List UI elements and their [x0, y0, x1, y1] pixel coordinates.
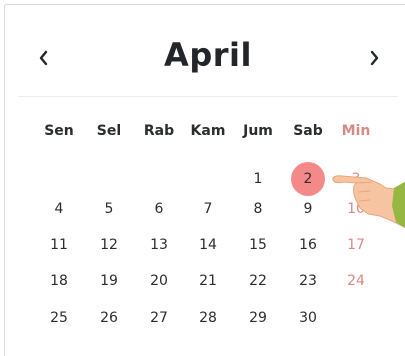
day-number: 14 — [199, 237, 217, 253]
header-divider — [18, 96, 398, 97]
pointing-hand-icon — [332, 175, 405, 229]
day-number: 17 — [347, 237, 365, 253]
day-number: 23 — [299, 273, 317, 289]
day-cell[interactable]: 9 — [288, 194, 328, 224]
day-cell[interactable]: 30 — [288, 303, 328, 333]
day-number: 20 — [150, 273, 168, 289]
day-number: 26 — [100, 310, 118, 326]
next-month-button[interactable] — [364, 44, 384, 72]
day-cell[interactable]: 24 — [336, 266, 376, 296]
weekday-label: Sel — [96, 123, 122, 139]
selected-day-cell[interactable]: 2 — [288, 162, 328, 196]
day-cell[interactable]: 14 — [188, 230, 228, 260]
day-cell[interactable]: 4 — [39, 194, 79, 224]
day-cell[interactable]: 16 — [288, 230, 328, 260]
day-number: 1 — [253, 171, 263, 187]
weekday-label: Min — [341, 123, 371, 139]
day-cell[interactable]: 20 — [139, 266, 179, 296]
day-number: 12 — [100, 237, 118, 253]
weekday-label: Rab — [143, 123, 175, 139]
day-cell[interactable]: 7 — [188, 194, 228, 224]
day-number: 15 — [249, 237, 267, 253]
day-number: 5 — [104, 201, 114, 217]
day-number: 8 — [253, 201, 263, 217]
day-cell[interactable]: 28 — [188, 303, 228, 333]
weekday-label: Jum — [243, 123, 273, 139]
day-cell[interactable]: 26 — [89, 303, 129, 333]
day-cell[interactable]: 21 — [188, 266, 228, 296]
day-number: 28 — [199, 310, 217, 326]
day-cell[interactable]: 6 — [139, 194, 179, 224]
day-number: 18 — [50, 273, 68, 289]
weekday-label: Sab — [293, 123, 323, 139]
day-number: 25 — [50, 310, 68, 326]
day-cell[interactable]: 25 — [39, 303, 79, 333]
day-cell[interactable]: 15 — [238, 230, 278, 260]
day-cell[interactable]: 22 — [238, 266, 278, 296]
day-number: 9 — [303, 201, 313, 217]
day-number: 7 — [203, 201, 213, 217]
day-cell[interactable]: 27 — [139, 303, 179, 333]
day-number: 6 — [154, 201, 164, 217]
day-number: 16 — [299, 237, 317, 253]
day-cell[interactable]: 5 — [89, 194, 129, 224]
day-cell[interactable]: 18 — [39, 266, 79, 296]
weekday-label: Sen — [44, 123, 74, 139]
weekday-label: Kam — [190, 123, 226, 139]
day-cell[interactable]: 8 — [238, 194, 278, 224]
day-cell[interactable]: 23 — [288, 266, 328, 296]
chevron-right-icon — [370, 50, 379, 66]
month-title: April — [164, 36, 252, 74]
day-cell[interactable]: 13 — [139, 230, 179, 260]
day-number: 21 — [199, 273, 217, 289]
day-number: 4 — [54, 201, 64, 217]
day-cell[interactable]: 11 — [39, 230, 79, 260]
day-number: 22 — [249, 273, 267, 289]
day-cell[interactable]: 19 — [89, 266, 129, 296]
day-number: 24 — [347, 273, 365, 289]
day-number: 11 — [50, 237, 68, 253]
day-number: 29 — [249, 310, 267, 326]
day-number: 2 — [303, 171, 313, 187]
day-cell[interactable]: 1 — [238, 164, 278, 194]
day-number: 30 — [299, 310, 317, 326]
day-number: 19 — [100, 273, 118, 289]
day-number: 13 — [150, 237, 168, 253]
day-cell[interactable]: 12 — [89, 230, 129, 260]
day-cell[interactable]: 29 — [238, 303, 278, 333]
day-number: 27 — [150, 310, 168, 326]
